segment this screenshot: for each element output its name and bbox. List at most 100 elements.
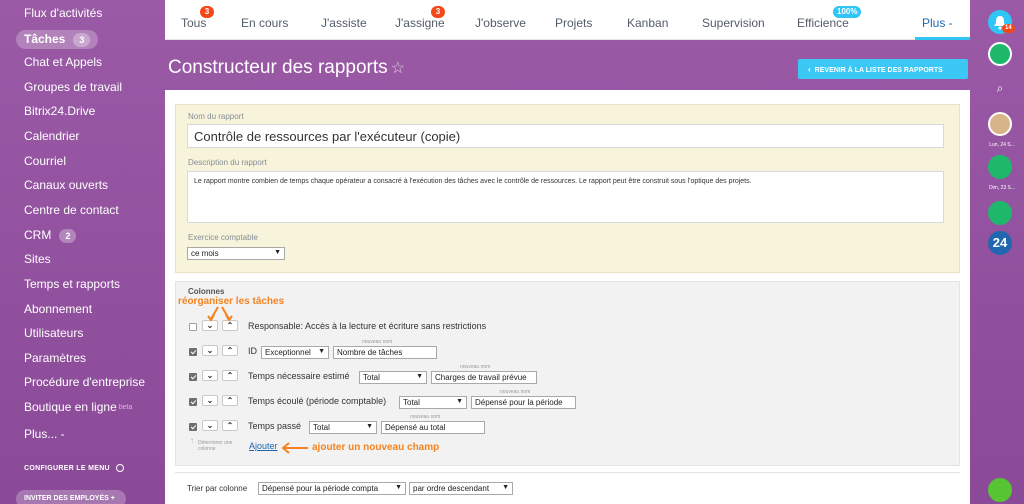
- aggregate-select[interactable]: Exceptionnel ▼: [261, 346, 329, 359]
- new-name-input[interactable]: Dépensé pour la période: [471, 396, 576, 409]
- tab-efficiency-badge: 100%: [833, 6, 862, 18]
- report-name-label: Nom du rapport: [188, 112, 244, 121]
- aggregate-value: Total: [403, 398, 420, 407]
- section-divider: [175, 472, 960, 473]
- tab-kanban[interactable]: Kanban: [627, 16, 668, 30]
- aggregate-select[interactable]: Total ▼: [359, 371, 427, 384]
- aggregate-select[interactable]: Total ▼: [309, 421, 377, 434]
- sidebar-item-open-channels[interactable]: Canaux ouverts: [24, 178, 108, 192]
- column-checkbox[interactable]: [189, 323, 197, 331]
- megaphone-icon[interactable]: [988, 155, 1012, 179]
- phone-icon[interactable]: [988, 478, 1012, 502]
- move-down-button[interactable]: ⌄: [202, 370, 218, 381]
- tab-label: Tous: [181, 16, 207, 30]
- column-checkbox[interactable]: [189, 423, 197, 431]
- period-select[interactable]: ce mois ▼: [187, 247, 285, 260]
- new-name-input[interactable]: Nombre de tâches: [333, 346, 437, 359]
- move-up-button[interactable]: ⌃: [222, 395, 238, 406]
- sidebar-item-calendar[interactable]: Calendrier: [24, 129, 79, 143]
- sort-order-value: par ordre descendant: [413, 484, 490, 493]
- messenger-icon[interactable]: [988, 42, 1012, 66]
- tab-supervision[interactable]: Supervision: [702, 16, 765, 30]
- active-tab-underline: [915, 37, 970, 40]
- column-label: ID: [248, 346, 257, 356]
- sidebar-item-users[interactable]: Utilisateurs: [24, 326, 83, 340]
- search-icon[interactable]: ⌕: [988, 76, 1012, 100]
- sidebar-item-label: Bitrix24.Drive: [24, 104, 96, 118]
- tab-label: J'assiste: [321, 16, 367, 30]
- dropdown-arrow-icon: ▼: [456, 398, 463, 405]
- sidebar-item-business-process[interactable]: Procédure d'entreprise: [24, 375, 145, 389]
- bitrix24-logo-icon[interactable]: 24: [988, 231, 1012, 255]
- configure-menu-link[interactable]: CONFIGURER LE MENU: [24, 464, 124, 472]
- column-checkbox[interactable]: [189, 373, 197, 381]
- sidebar-item-label: Courriel: [24, 154, 67, 168]
- sidebar-item-label: Plus... -: [24, 427, 65, 441]
- sidebar-item-subscription[interactable]: Abonnement: [24, 302, 92, 316]
- tab-projects[interactable]: Projets: [555, 16, 592, 30]
- move-down-button[interactable]: ⌄: [202, 420, 218, 431]
- tab-observing[interactable]: J'observe: [475, 16, 526, 30]
- new-name-input[interactable]: Charges de travail prévue: [431, 371, 537, 384]
- sidebar-item-online-store[interactable]: Boutique en ligne beta: [24, 400, 132, 414]
- sidebar-item-settings[interactable]: Paramètres: [24, 351, 86, 365]
- sidebar-item-chat[interactable]: Chat et Appels: [24, 55, 102, 69]
- sidebar-item-label: Canaux ouverts: [24, 178, 109, 192]
- add-field-annotation: ajouter un nouveau champ: [312, 442, 440, 453]
- sidebar-item-tasks[interactable]: Tâches 3: [16, 30, 99, 49]
- tab-label: En cours: [241, 16, 289, 30]
- aggregate-select[interactable]: Total ▼: [399, 396, 467, 409]
- tab-label: Efficience: [797, 16, 849, 30]
- sidebar-item-mail[interactable]: Courriel: [24, 154, 66, 168]
- sidebar-item-label: Tâches: [24, 32, 66, 46]
- move-down-button[interactable]: ⌄: [202, 345, 218, 356]
- new-name-label: nouveau nom: [460, 364, 491, 370]
- column-checkbox[interactable]: [189, 348, 197, 356]
- add-column-link[interactable]: Ajouter: [249, 441, 278, 451]
- star-icon[interactable]: ☆: [391, 60, 405, 77]
- sidebar-item-crm[interactable]: CRM 2: [24, 228, 77, 243]
- tab-assigned[interactable]: J'assigne 3: [395, 6, 445, 30]
- sidebar-item-workgroups[interactable]: Groupes de travail: [24, 80, 122, 94]
- tab-all[interactable]: Tous 3: [181, 6, 214, 30]
- report-name-input[interactable]: Contrôle de ressources par l'exécuteur (…: [187, 124, 944, 148]
- tab-more[interactable]: Plus -: [922, 16, 953, 30]
- sidebar-item-label: Paramètres: [24, 351, 87, 365]
- avatar[interactable]: [988, 112, 1012, 136]
- sidebar-item-contact-center[interactable]: Centre de contact: [24, 203, 119, 217]
- report-description-textarea[interactable]: Le rapport montre combien de temps chaqu…: [187, 171, 944, 223]
- left-sidebar: Flux d'activités Tâches 3 Chat et Appels …: [0, 0, 160, 504]
- new-name-input[interactable]: Dépensé au total: [381, 421, 485, 434]
- sidebar-item-sites[interactable]: Sites: [24, 252, 51, 266]
- new-name-label: nouveau nom: [410, 414, 441, 420]
- reorder-arrows-icon: [207, 306, 233, 322]
- invite-employees-button[interactable]: INVITER DES EMPLOYÉS +: [16, 490, 126, 504]
- back-button-label: REVENIR À LA LISTE DES RAPPORTS: [814, 67, 943, 74]
- tab-in-progress[interactable]: En cours: [241, 16, 288, 30]
- sidebar-item-time-reports[interactable]: Temps et rapports: [24, 277, 120, 291]
- move-up-button[interactable]: ⌃: [222, 345, 238, 356]
- sidebar-item-more[interactable]: Plus... -: [24, 427, 65, 441]
- columns-title: Colonnes: [188, 287, 225, 296]
- column-checkbox[interactable]: [189, 398, 197, 406]
- move-up-button[interactable]: ⌃: [222, 370, 238, 381]
- sort-column-select[interactable]: Dépensé pour la période compta ▼: [258, 482, 406, 495]
- date-label: Dim, 23 S...: [988, 185, 1016, 191]
- notifications-badge: 14: [1002, 24, 1015, 33]
- dropdown-arrow-icon: ▼: [395, 484, 402, 491]
- sort-order-select[interactable]: par ordre descendant ▼: [409, 482, 513, 495]
- move-up-button[interactable]: ⌃: [222, 420, 238, 431]
- page-title-text: Constructeur des rapports: [168, 57, 388, 78]
- column-label: Temps nécessaire estimé: [248, 371, 350, 381]
- move-down-button[interactable]: ⌄: [202, 395, 218, 406]
- screen-search-icon[interactable]: [988, 201, 1012, 225]
- sidebar-item-feed[interactable]: Flux d'activités: [24, 6, 102, 20]
- back-to-reports-button[interactable]: ‹ REVENIR À LA LISTE DES RAPPORTS: [798, 59, 968, 79]
- report-description-label: Description du rapport: [188, 158, 267, 167]
- sidebar-item-drive[interactable]: Bitrix24.Drive: [24, 104, 95, 118]
- tab-assisting[interactable]: J'assiste: [321, 16, 367, 30]
- tasks-counter-badge: 3: [73, 32, 91, 47]
- tab-efficiency[interactable]: Efficience 100%: [797, 6, 862, 30]
- right-bar: 14 ⌕ Lun, 24 S... Dim, 23 S... 24: [980, 0, 1024, 504]
- aggregate-value: Total: [363, 373, 380, 382]
